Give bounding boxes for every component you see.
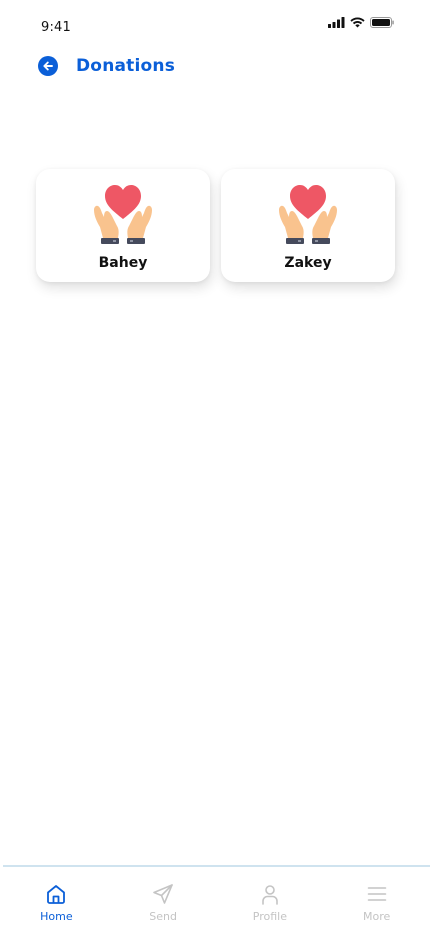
- nav-item-send[interactable]: Send: [118, 867, 208, 923]
- menu-icon: [367, 887, 386, 901]
- send-icon: [153, 884, 173, 904]
- nav-item-more[interactable]: More: [332, 867, 422, 923]
- battery-icon: [370, 17, 394, 28]
- bottom-nav: Home Send Profile More: [3, 865, 430, 932]
- donation-card-label: Bahey: [98, 255, 148, 271]
- nav-label-more: More: [362, 910, 391, 923]
- signal-icon: [328, 17, 345, 28]
- page-header: Donations: [38, 55, 175, 77]
- status-bar: 9:41: [0, 0, 430, 48]
- heart-in-hands-icon: [94, 185, 152, 244]
- donation-card-bahey[interactable]: Bahey: [36, 169, 210, 282]
- nav-label-send: Send: [149, 910, 177, 923]
- arrow-left-icon: [43, 61, 53, 71]
- nav-item-profile[interactable]: Profile: [225, 867, 315, 923]
- donation-card-label: Zakey: [284, 255, 332, 271]
- user-icon: [262, 885, 278, 905]
- status-time: 9:41: [41, 20, 71, 35]
- status-icons: [328, 17, 394, 28]
- page-title: Donations: [76, 56, 176, 76]
- heart-in-hands-icon: [279, 185, 337, 244]
- nav-item-home[interactable]: Home: [11, 867, 101, 923]
- nav-label-home: Home: [40, 910, 73, 923]
- donation-card-zakey[interactable]: Zakey: [221, 169, 395, 282]
- back-button[interactable]: [38, 56, 58, 76]
- nav-label-profile: Profile: [252, 910, 287, 923]
- wifi-icon: [350, 17, 365, 28]
- home-icon: [47, 885, 66, 904]
- donation-cards: Bahey Zakey: [36, 169, 395, 282]
